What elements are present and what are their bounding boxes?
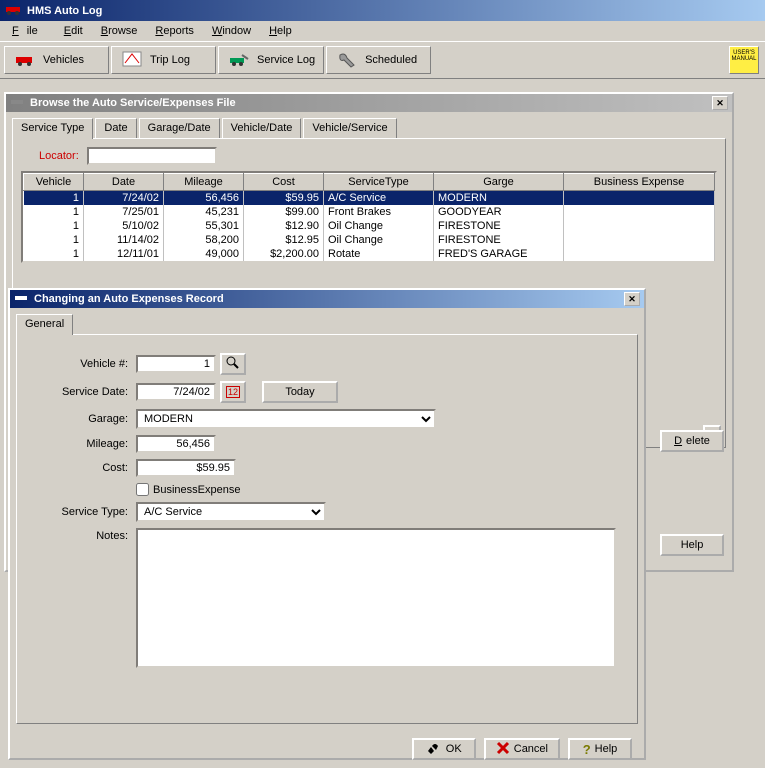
mileage-label: Mileage: [31, 438, 136, 450]
toolbar-triplog[interactable]: Trip Log [111, 46, 216, 74]
toolbar-vehicles[interactable]: Vehicles [4, 46, 109, 74]
help-button[interactable]: Help [660, 534, 724, 556]
toolbar: Vehicles Trip Log Service Log Scheduled … [0, 41, 765, 79]
businessexpense-checkbox[interactable] [136, 483, 149, 496]
tab-vehicledate[interactable]: Vehicle/Date [222, 118, 302, 138]
car-icon [5, 3, 23, 18]
cost-input[interactable] [136, 459, 236, 477]
menu-help[interactable]: Help [261, 23, 300, 39]
toolbar-servicelog[interactable]: Service Log [218, 46, 324, 74]
delete-button[interactable]: Delete [660, 430, 724, 452]
tab-date[interactable]: Date [95, 118, 136, 138]
car-icon [10, 97, 26, 110]
col-bexp[interactable]: Business Expense [564, 174, 715, 191]
service-grid[interactable]: Vehicle Date Mileage Cost ServiceType Ga… [21, 171, 717, 263]
edit-window-titlebar: Changing an Auto Expenses Record ✕ [10, 290, 644, 308]
vehicle-label: Vehicle #: [31, 358, 136, 370]
servicetype-select[interactable]: A/C Service [136, 502, 326, 522]
app-titlebar: HMS Auto Log [0, 0, 765, 21]
toolbar-scheduled[interactable]: Scheduled [326, 46, 431, 74]
menu-edit[interactable]: Edit [56, 23, 91, 39]
edit-window: Changing an Auto Expenses Record ✕ Gener… [8, 288, 646, 760]
calendar-icon: 12 [226, 386, 240, 398]
notes-label: Notes: [31, 528, 136, 542]
x-icon [496, 741, 510, 758]
garage-label: Garage: [31, 413, 136, 425]
browse-window-titlebar: Browse the Auto Service/Expenses File ✕ [6, 94, 732, 112]
tab-garagedate[interactable]: Garage/Date [139, 118, 220, 138]
car-icon [14, 293, 30, 306]
tab-general[interactable]: General [16, 314, 73, 335]
garage-select[interactable]: MODERN [136, 409, 436, 429]
magnifier-icon [226, 356, 240, 373]
table-row[interactable]: 112/11/0149,000$2,200.00RotateFRED'S GAR… [24, 247, 715, 261]
compass-icon [120, 51, 144, 69]
wrench-icon [335, 51, 359, 69]
ok-button[interactable]: OK [412, 738, 476, 760]
notes-textarea[interactable] [136, 528, 616, 668]
mileage-input[interactable] [136, 435, 216, 453]
menu-window[interactable]: Window [204, 23, 259, 39]
locator-input[interactable] [87, 147, 217, 165]
menu-reports[interactable]: Reports [147, 23, 202, 39]
vehicle-input[interactable] [136, 355, 216, 373]
tab-servicetype[interactable]: Service Type [12, 118, 93, 139]
servicedate-input[interactable] [136, 383, 216, 401]
app-title: HMS Auto Log [27, 5, 102, 17]
servicedate-label: Service Date: [31, 386, 136, 398]
browse-tabs: Service Type Date Garage/Date Vehicle/Da… [12, 118, 726, 138]
table-row[interactable]: 111/14/0258,200$12.95Oil ChangeFIRESTONE [24, 233, 715, 247]
servicetype-label: Service Type: [31, 506, 136, 518]
table-row[interactable]: 15/10/0255,301$12.90Oil ChangeFIRESTONE [24, 219, 715, 233]
col-mileage[interactable]: Mileage [164, 174, 244, 191]
lookup-button[interactable] [220, 353, 246, 375]
car-icon [13, 51, 37, 69]
menubar: File Edit Browse Reports Window Help [0, 21, 765, 41]
close-icon[interactable]: ✕ [624, 292, 640, 306]
hand-ok-icon [426, 741, 442, 758]
wrench-car-icon [227, 51, 251, 69]
menu-file[interactable]: File [4, 23, 54, 39]
col-servicetype[interactable]: ServiceType [324, 174, 434, 191]
tab-vehicleservice[interactable]: Vehicle/Service [303, 118, 396, 138]
businessexpense-label: BusinessExpense [153, 484, 240, 496]
cost-label: Cost: [31, 462, 136, 474]
users-manual-button[interactable]: USER'SMANUAL [729, 46, 759, 74]
table-row[interactable]: 17/24/0256,456$59.95A/C ServiceMODERN [24, 191, 715, 206]
menu-browse[interactable]: Browse [93, 23, 146, 39]
question-icon: ? [583, 742, 591, 757]
today-button[interactable]: Today [262, 381, 338, 403]
col-cost[interactable]: Cost [244, 174, 324, 191]
col-garage[interactable]: Garge [434, 174, 564, 191]
calendar-button[interactable]: 12 [220, 381, 246, 403]
help-button[interactable]: ? Help [568, 738, 632, 760]
close-icon[interactable]: ✕ [712, 96, 728, 110]
cancel-button[interactable]: Cancel [484, 738, 560, 760]
table-row[interactable]: 17/25/0145,231$99.00Front BrakesGOODYEAR [24, 205, 715, 219]
locator-label: Locator: [39, 150, 79, 162]
col-vehicle[interactable]: Vehicle [24, 174, 84, 191]
col-date[interactable]: Date [84, 174, 164, 191]
